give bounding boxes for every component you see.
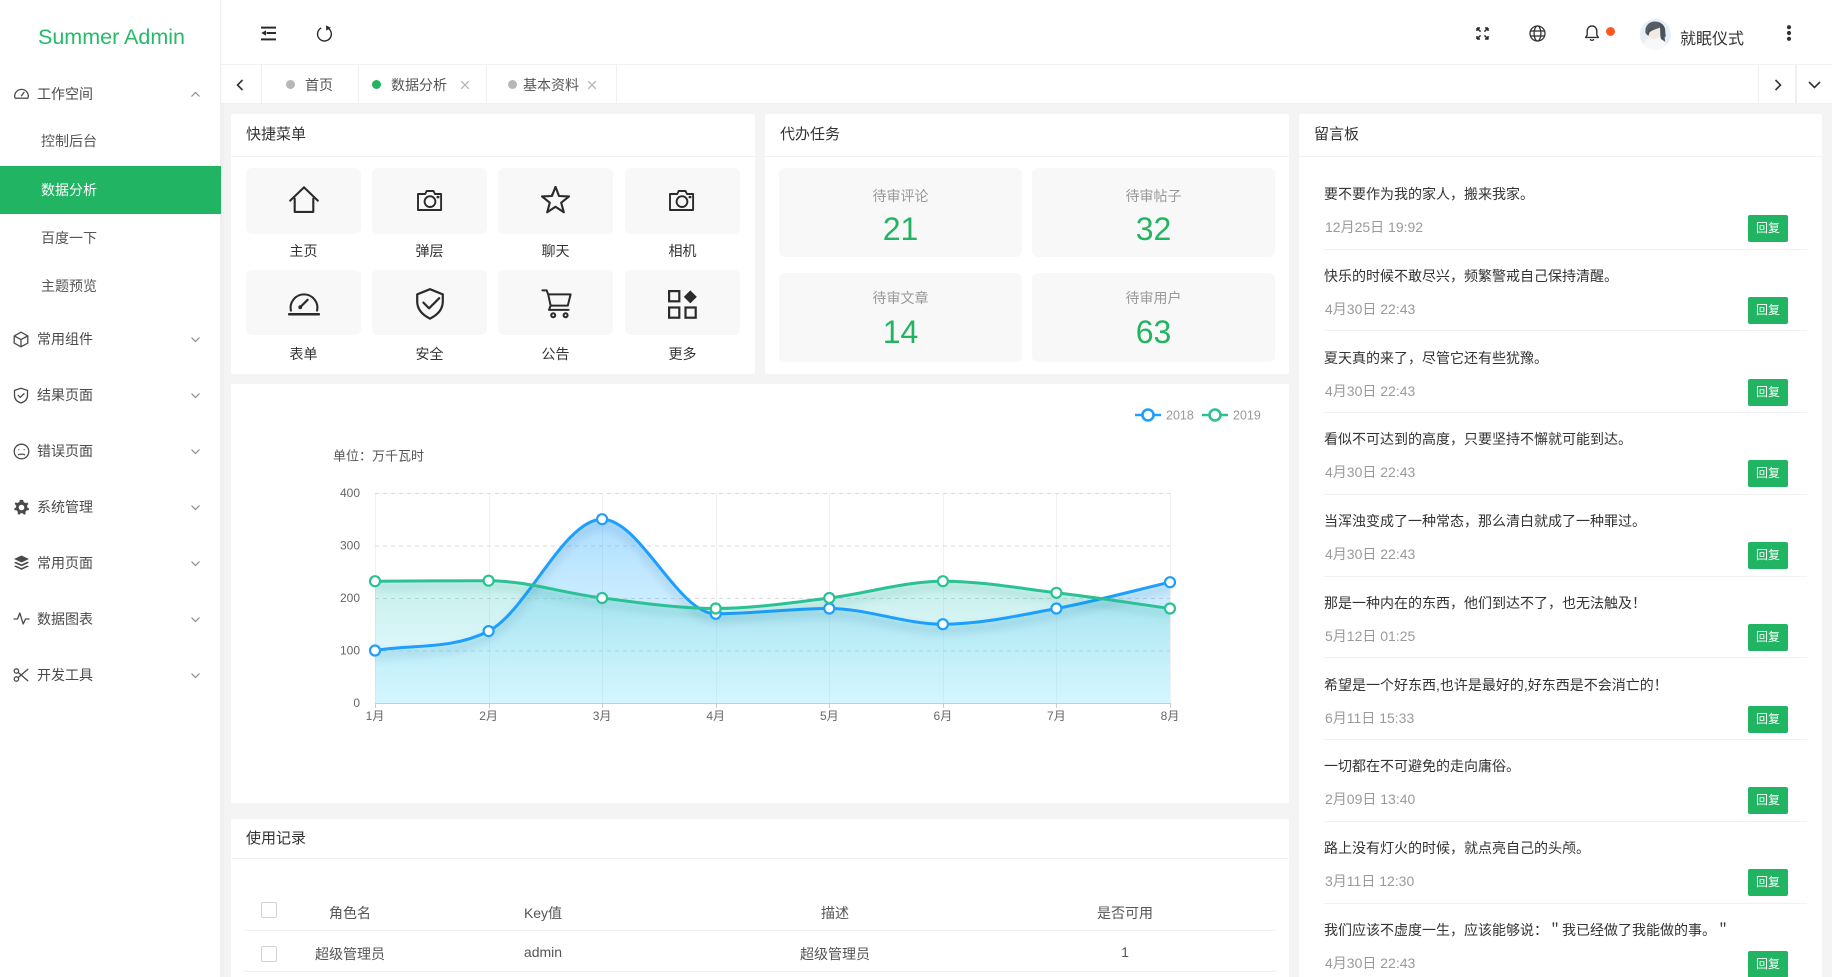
svg-text:8月: 8月 bbox=[1161, 709, 1180, 723]
svg-text:2018: 2018 bbox=[1166, 409, 1194, 423]
svg-text:7月: 7月 bbox=[1047, 709, 1066, 723]
svg-text:1月: 1月 bbox=[366, 709, 385, 723]
svg-text:400: 400 bbox=[340, 486, 360, 500]
svg-text:0: 0 bbox=[353, 696, 360, 710]
svg-text:2月: 2月 bbox=[479, 709, 498, 723]
svg-text:6月: 6月 bbox=[934, 709, 953, 723]
svg-text:3月: 3月 bbox=[593, 709, 612, 723]
svg-text:5月: 5月 bbox=[820, 709, 839, 723]
svg-text:2019: 2019 bbox=[1233, 409, 1261, 423]
svg-text:4月: 4月 bbox=[706, 709, 725, 723]
svg-text:单位：万千瓦时: 单位：万千瓦时 bbox=[333, 449, 424, 464]
svg-text:200: 200 bbox=[340, 591, 360, 605]
svg-text:100: 100 bbox=[340, 644, 360, 658]
svg-text:300: 300 bbox=[340, 539, 360, 553]
